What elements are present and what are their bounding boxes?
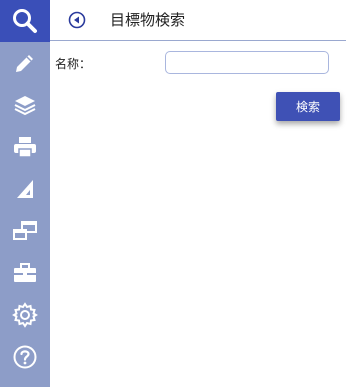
panel-header: 目標物検索: [50, 0, 346, 41]
windows-icon: [13, 221, 37, 240]
sidebar-item-layers[interactable]: [0, 84, 50, 126]
sidebar-item-search[interactable]: [0, 0, 50, 42]
help-icon: [13, 345, 37, 369]
search-button[interactable]: 検索: [276, 92, 340, 121]
name-label: 名称：: [55, 57, 92, 71]
sidebar-item-help[interactable]: [0, 336, 50, 378]
name-input[interactable]: [165, 51, 329, 74]
sidebar-item-tools[interactable]: [0, 252, 50, 294]
search-icon: [13, 9, 37, 33]
sidebar: [0, 0, 50, 387]
sidebar-item-measure[interactable]: [0, 168, 50, 210]
sidebar-item-settings[interactable]: [0, 294, 50, 336]
toolbox-icon: [14, 263, 36, 282]
sidebar-item-windows[interactable]: [0, 210, 50, 252]
printer-icon: [14, 137, 36, 158]
ruler-icon: [17, 180, 33, 198]
gear-icon: [12, 302, 38, 328]
layers-icon: [14, 96, 36, 116]
back-arrow-icon[interactable]: [68, 11, 86, 29]
pencil-icon: [16, 55, 33, 72]
page-title: 目標物検索: [110, 11, 186, 29]
sidebar-item-print[interactable]: [0, 126, 50, 168]
sidebar-item-draw[interactable]: [0, 42, 50, 84]
